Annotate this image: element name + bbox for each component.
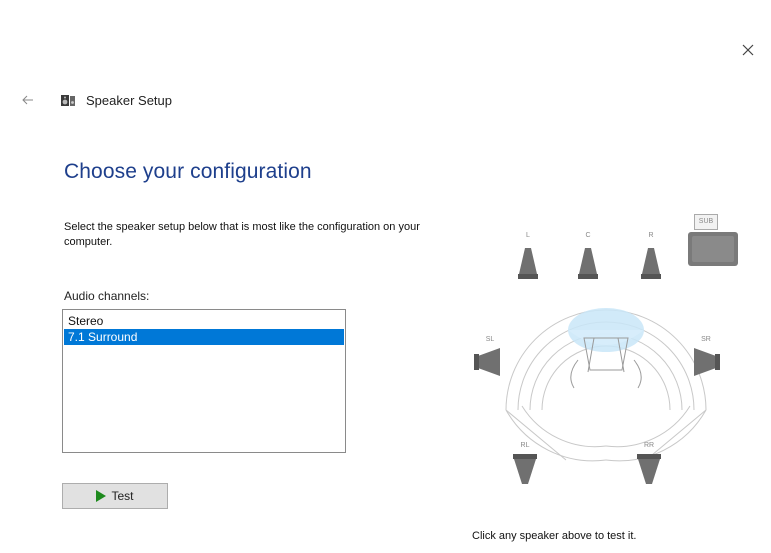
speaker-icon [474, 348, 500, 376]
front-left-label: L [526, 232, 530, 239]
window-title: Speaker Setup [86, 92, 173, 108]
speaker-icon [637, 454, 661, 484]
audio-channels-label: Audio channels: [64, 289, 150, 303]
back-button[interactable] [18, 90, 38, 110]
side-right-label: SR [701, 336, 711, 343]
speaker-icon [641, 248, 661, 279]
side-left-label: SL [485, 336, 495, 343]
rear-left-label: RL [520, 442, 530, 449]
subwoofer-speaker[interactable]: SUB [688, 214, 738, 270]
rear-right-label: RR [643, 442, 655, 449]
speaker-icon [694, 348, 720, 376]
rear-right-speaker[interactable]: RR [634, 442, 664, 490]
speaker-icon [513, 454, 537, 484]
back-arrow-icon [22, 95, 33, 105]
speaker-setup-window: Speaker Setup Choose your configuration … [0, 0, 771, 553]
test-button-label: Test [111, 489, 134, 503]
audio-channels-list[interactable]: Stereo 7.1 Surround [62, 309, 346, 453]
page-heading: Choose your configuration [64, 160, 312, 183]
front-right-speaker[interactable]: R [639, 232, 663, 282]
side-right-speaker[interactable]: SR [688, 336, 722, 380]
front-left-speaker[interactable]: L [516, 232, 540, 282]
list-item-7-1-surround[interactable]: 7.1 Surround [64, 329, 344, 345]
play-icon [96, 490, 107, 502]
instructions-text: Select the speaker setup below that is m… [64, 221, 420, 248]
title-bar: Speaker Setup [18, 88, 172, 112]
speaker-icon [518, 248, 538, 279]
subwoofer-label-box: SUB [694, 214, 718, 230]
side-left-speaker[interactable]: SL [472, 336, 506, 380]
speaker-setup-icon [60, 92, 76, 108]
rear-left-speaker[interactable]: RL [510, 442, 540, 490]
subwoofer-icon [688, 232, 738, 266]
test-button[interactable]: Test [62, 483, 168, 509]
close-button[interactable] [736, 38, 760, 62]
center-label: C [585, 232, 591, 239]
front-right-label: R [648, 232, 654, 239]
subwoofer-label: SUB [698, 218, 714, 225]
speaker-diagram: L C R SUB SL SR RL RR [466, 210, 746, 490]
center-speaker[interactable]: C [576, 232, 600, 282]
speaker-test-hint: Click any speaker above to test it. [472, 530, 637, 542]
list-item-stereo[interactable]: Stereo [64, 313, 344, 329]
close-icon [742, 44, 754, 56]
speaker-icon [578, 248, 598, 279]
